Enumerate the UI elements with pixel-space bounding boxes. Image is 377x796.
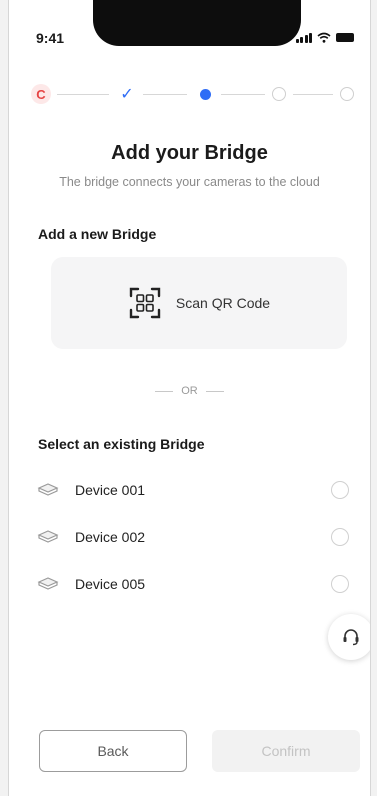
support-button[interactable] — [328, 614, 370, 660]
bridge-device-icon — [37, 483, 59, 496]
status-icons — [295, 32, 354, 43]
phone-screen: 9:41 C ✓ Add your Bridge The bridge conn… — [8, 0, 371, 796]
page-title: Add your Bridge — [111, 142, 268, 164]
step-current-dot — [195, 84, 215, 104]
device-name: Device 005 — [75, 576, 146, 592]
device-name: Device 001 — [75, 482, 146, 498]
status-bar: 9:41 — [9, 0, 370, 60]
status-time: 9:41 — [36, 30, 65, 46]
or-divider: OR — [9, 385, 370, 397]
headset-icon — [343, 629, 359, 646]
progress-stepper: C ✓ — [31, 80, 355, 108]
step-pending — [340, 87, 354, 101]
bridge-device-icon — [37, 577, 59, 590]
wifi-icon — [317, 32, 331, 43]
device-list-item[interactable]: Device 005 — [37, 569, 349, 599]
or-label: OR — [181, 385, 198, 397]
add-bridge-heading: Add a new Bridge — [38, 226, 157, 242]
step-pending — [272, 87, 286, 101]
device-list-item[interactable]: Device 002 — [37, 522, 349, 552]
device-radio[interactable] — [331, 575, 349, 593]
confirm-button[interactable]: Confirm — [212, 730, 360, 772]
scan-qr-label: Scan QR Code — [175, 295, 271, 311]
device-radio[interactable] — [331, 481, 349, 499]
page-subtitle: The bridge connects your cameras to the … — [59, 175, 320, 189]
device-radio[interactable] — [331, 528, 349, 546]
qr-scan-icon — [129, 287, 161, 319]
device-name: Device 002 — [75, 529, 146, 545]
back-button[interactable]: Back — [39, 730, 187, 772]
scan-qr-button[interactable]: Scan QR Code — [51, 257, 347, 349]
existing-bridge-heading: Select an existing Bridge — [38, 436, 205, 452]
device-list-item[interactable]: Device 001 — [37, 475, 349, 505]
notch — [93, 0, 301, 46]
step-done-check-icon: ✓ — [120, 86, 134, 103]
step-reset-icon[interactable]: C — [31, 84, 51, 104]
bridge-device-icon — [37, 530, 59, 543]
signal-icon — [295, 33, 312, 43]
battery-icon — [336, 33, 354, 42]
